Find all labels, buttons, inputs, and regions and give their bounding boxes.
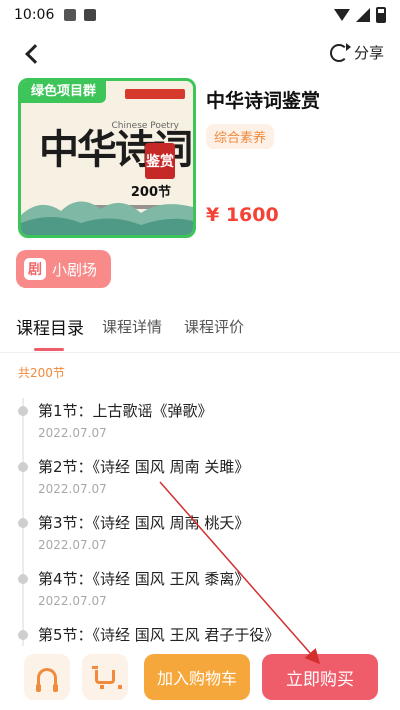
- cover-group-tag: 绿色项目群: [21, 81, 107, 103]
- list-item[interactable]: 第1节：上古歌谣《弹歌》 2022.07.07: [0, 400, 400, 456]
- divider: [0, 352, 400, 353]
- back-button[interactable]: [18, 40, 46, 68]
- timeline-dot: [18, 518, 28, 528]
- list-item[interactable]: 第3节：《诗经 国风 周南 桃夭》 2022.07.07: [0, 512, 400, 568]
- course-tabs: 课程目录 课程详情 课程评价: [0, 306, 400, 351]
- tab-reviews[interactable]: 课程评价: [184, 316, 244, 337]
- lesson-date: 2022.07.07: [38, 426, 107, 440]
- course-category-tag: 综合素养: [206, 124, 275, 149]
- cover-mountain-art: [21, 201, 193, 235]
- lesson-date: 2022.07.07: [38, 538, 107, 552]
- lesson-title: 第4节：《诗经 国风 王风 黍离》: [38, 570, 250, 588]
- tab-catalog[interactable]: 课程目录: [16, 314, 84, 339]
- course-price: ¥ 1600: [206, 204, 279, 226]
- theater-button[interactable]: 剧 小剧场: [16, 250, 111, 288]
- lesson-title: 第1节：上古歌谣《弹歌》: [38, 402, 213, 420]
- course-cover-image[interactable]: 绿色项目群 中华诗词 Chinese Poetry 鉴赏 200节: [18, 78, 196, 238]
- timeline-dot: [18, 630, 28, 640]
- buy-now-button[interactable]: 立即购买: [262, 654, 378, 700]
- timeline-dot: [18, 406, 28, 416]
- cart-button[interactable]: [82, 654, 128, 700]
- theater-label: 小剧场: [52, 260, 98, 279]
- active-tab-indicator: [34, 348, 64, 351]
- lesson-title: 第2节：《诗经 国风 周南 关雎》: [38, 458, 250, 476]
- signal-icon: [356, 8, 370, 22]
- course-title: 中华诗词鉴赏: [206, 90, 321, 112]
- headset-icon: [36, 668, 58, 692]
- notification-icon: [84, 9, 97, 21]
- list-item[interactable]: 第2节：《诗经 国风 周南 关雎》 2022.07.07: [0, 456, 400, 512]
- notification-icon: [64, 9, 77, 21]
- add-to-cart-button[interactable]: 加入购物车: [144, 654, 250, 700]
- customer-service-button[interactable]: [24, 654, 70, 700]
- lesson-date: 2022.07.07: [38, 594, 107, 608]
- top-nav: 分享: [0, 36, 400, 72]
- share-icon: [329, 42, 351, 62]
- back-icon: [25, 44, 45, 64]
- share-button[interactable]: 分享: [329, 42, 384, 63]
- theater-icon: 剧: [24, 258, 46, 280]
- lesson-title: 第3节：《诗经 国风 周南 桃夭》: [38, 514, 250, 532]
- cart-icon: [92, 666, 122, 689]
- cover-subtitle: Chinese Poetry: [111, 121, 179, 131]
- status-icons: [334, 7, 386, 23]
- cover-seal: 鉴赏: [145, 143, 175, 179]
- status-bar: 10:06: [0, 0, 400, 30]
- lesson-date: 2022.07.07: [38, 482, 107, 496]
- cover-badge: [125, 89, 185, 99]
- wifi-icon: [334, 9, 350, 21]
- timeline-dot: [18, 574, 28, 584]
- tab-details[interactable]: 课程详情: [102, 316, 162, 337]
- lesson-title: 第5节：《诗经 国风 王风 君子于役》: [38, 626, 280, 644]
- battery-icon: [376, 7, 386, 23]
- lesson-count: 共200节: [18, 366, 65, 380]
- share-label: 分享: [353, 44, 384, 62]
- bottom-action-bar: 加入购物车 立即购买: [0, 646, 400, 710]
- timeline-dot: [18, 462, 28, 472]
- status-time: 10:06: [14, 7, 55, 23]
- list-item[interactable]: 第4节：《诗经 国风 王风 黍离》 2022.07.07: [0, 568, 400, 624]
